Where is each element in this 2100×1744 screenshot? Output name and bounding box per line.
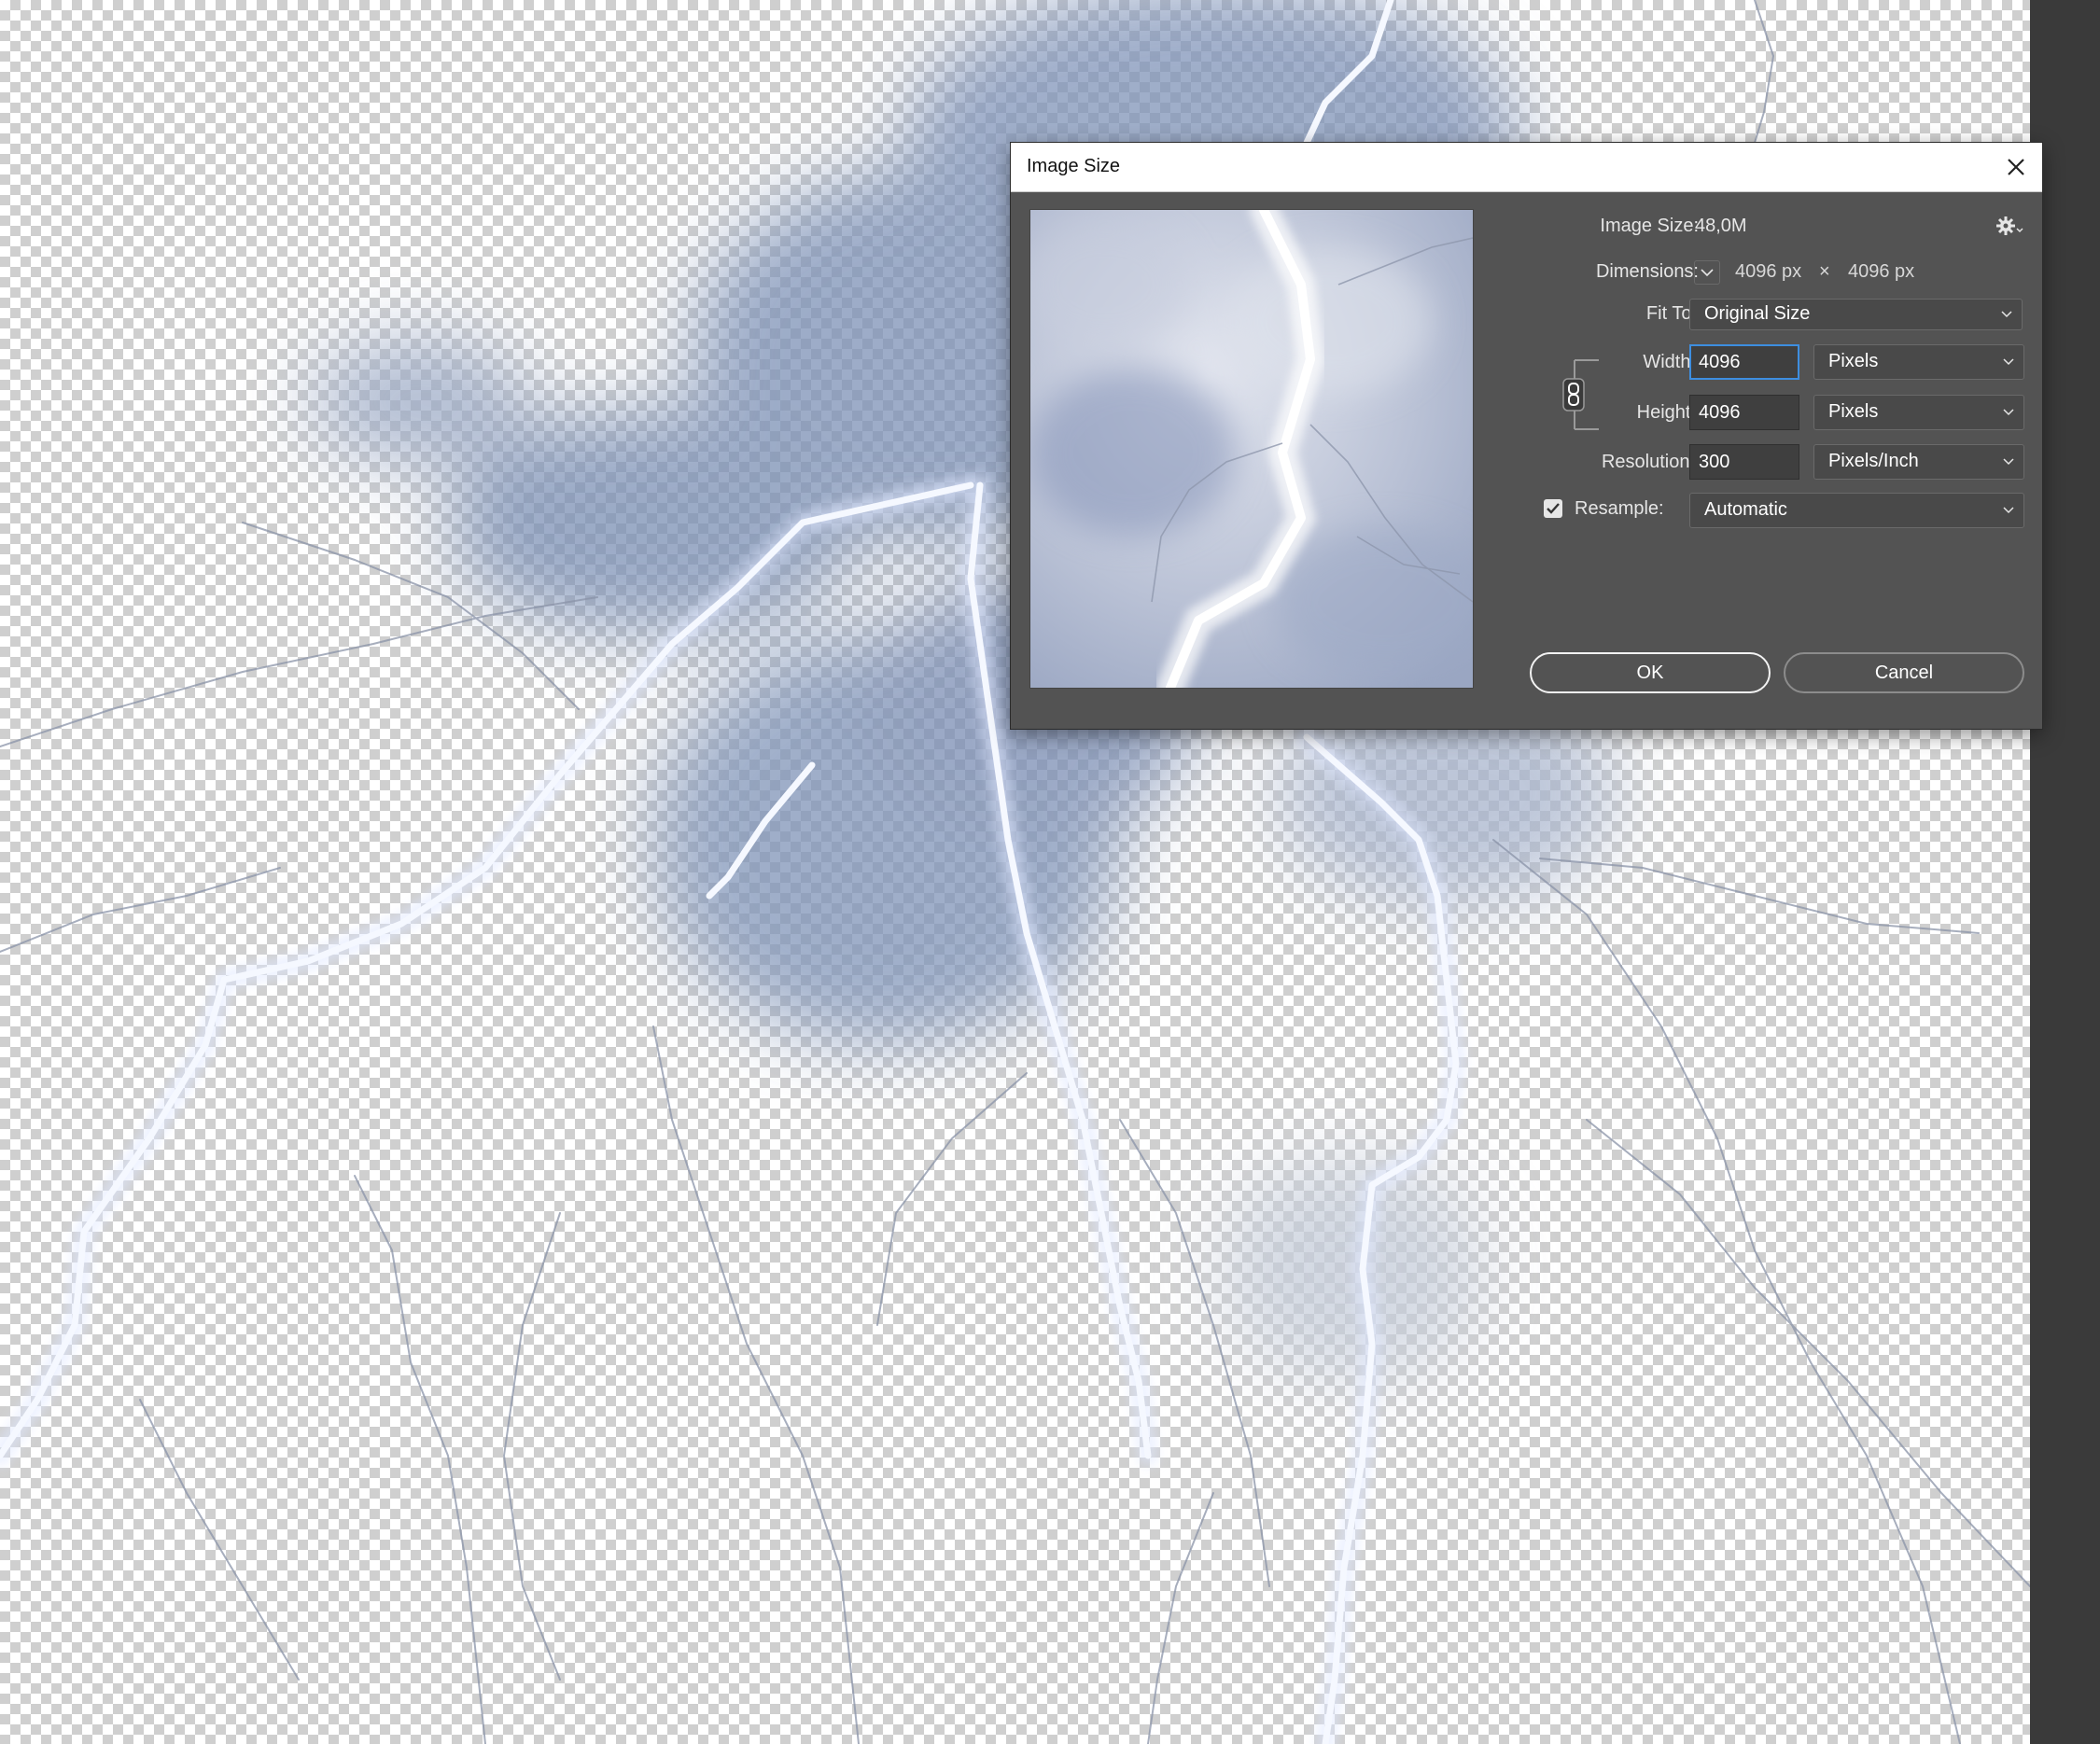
chevron-down-icon bbox=[2003, 409, 2014, 416]
close-button[interactable] bbox=[1999, 150, 2033, 184]
resample-value: Automatic bbox=[1704, 499, 1787, 520]
dimensions-unit-toggle[interactable] bbox=[1694, 260, 1720, 285]
preview-image bbox=[1030, 210, 1473, 688]
cancel-button[interactable]: Cancel bbox=[1784, 652, 2024, 693]
width-unit-value: Pixels bbox=[1828, 351, 1879, 371]
chevron-down-icon bbox=[2001, 311, 2012, 318]
image-size-label: Image Size: bbox=[1600, 216, 1699, 236]
resolution-label: Resolution: bbox=[1601, 452, 1695, 472]
ok-button-label: OK bbox=[1636, 663, 1664, 683]
width-input[interactable] bbox=[1689, 344, 1799, 380]
image-size-value: 48,0M bbox=[1695, 216, 1747, 236]
close-icon bbox=[2008, 159, 2024, 175]
constrain-proportions-link[interactable] bbox=[1561, 358, 1608, 431]
chevron-down-icon bbox=[2003, 358, 2014, 366]
dimensions-height: 4096 px bbox=[1848, 261, 1915, 282]
dimensions-width: 4096 px bbox=[1735, 261, 1802, 282]
height-input[interactable] bbox=[1689, 395, 1799, 430]
height-unit-select[interactable]: Pixels bbox=[1813, 395, 2024, 430]
dialog-titlebar[interactable]: Image Size bbox=[1011, 143, 2042, 192]
resolution-unit-select[interactable]: Pixels/Inch bbox=[1813, 444, 2024, 480]
resolution-unit-value: Pixels/Inch bbox=[1828, 451, 1919, 471]
image-preview[interactable] bbox=[1029, 209, 1474, 689]
dialog-title: Image Size bbox=[1027, 156, 1121, 176]
fit-to-value: Original Size bbox=[1704, 303, 1811, 324]
resample-label: Resample: bbox=[1575, 498, 1664, 519]
resample-select[interactable]: Automatic bbox=[1689, 493, 2024, 528]
height-unit-value: Pixels bbox=[1828, 401, 1879, 422]
fit-to-select[interactable]: Original Size bbox=[1689, 299, 2023, 330]
image-size-dialog: Image Size Image Size: 48,0M Dimensions:… bbox=[1011, 143, 2042, 729]
chevron-down-icon bbox=[2003, 458, 2014, 466]
chevron-down-icon bbox=[1701, 269, 1714, 277]
settings-button[interactable] bbox=[1995, 214, 2023, 238]
chevron-down-icon bbox=[2003, 507, 2014, 514]
cancel-button-label: Cancel bbox=[1874, 663, 1934, 683]
width-unit-select[interactable]: Pixels bbox=[1813, 344, 2024, 380]
width-label: Width: bbox=[1643, 352, 1696, 372]
height-label: Height: bbox=[1636, 402, 1696, 423]
dimensions-label: Dimensions: bbox=[1595, 261, 1699, 282]
resample-checkbox[interactable] bbox=[1544, 499, 1562, 518]
dimensions-times: × bbox=[1819, 261, 1830, 282]
chain-link-icon bbox=[1562, 359, 1599, 430]
ok-button[interactable]: OK bbox=[1530, 652, 1771, 693]
checkmark-icon bbox=[1547, 503, 1560, 514]
gear-icon bbox=[1996, 216, 2023, 235]
resolution-input[interactable] bbox=[1689, 444, 1799, 480]
